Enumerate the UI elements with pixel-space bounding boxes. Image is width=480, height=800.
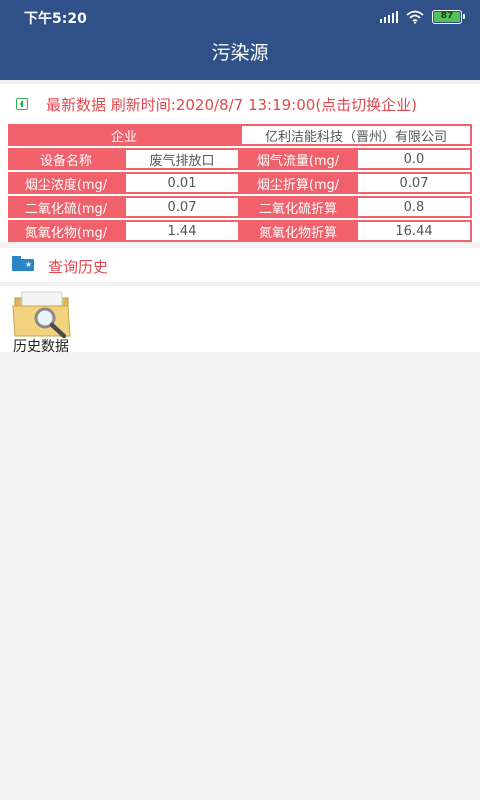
cell-value: 0.01	[124, 172, 240, 194]
history-panel: 历史数据	[0, 286, 480, 356]
data-table: 企业 亿利洁能科技（晋州）有限公司 设备名称 废气排放口 烟气流量(mg/ 0.…	[8, 124, 472, 244]
status-icons: 87	[380, 9, 465, 25]
app-header: 下午5:20 87 污染源	[0, 0, 480, 80]
folder-search-icon	[12, 291, 71, 338]
battery-level: 87	[440, 11, 454, 21]
cell-label: 设备名称	[8, 148, 124, 170]
wifi-icon	[406, 10, 424, 24]
cell-value: 0.0	[356, 148, 472, 170]
table-row: 二氧化硫(mg/ 0.07 二氧化硫折算 0.8	[8, 196, 472, 220]
cell-label: 烟尘浓度(mg/	[8, 172, 124, 194]
table-row: 烟尘浓度(mg/ 0.01 烟尘折算(mg/ 0.07	[8, 172, 472, 196]
cell-label: 烟气流量(mg/	[240, 148, 356, 170]
folder-star-icon: ★	[12, 256, 34, 271]
cell-label: 氮氧化物折算	[240, 220, 356, 242]
history-header: ★ 查询历史	[0, 248, 480, 282]
cell-value: 0.07	[356, 172, 472, 194]
enterprise-label: 企业	[8, 124, 240, 146]
page-title: 污染源	[211, 42, 269, 64]
latest-data-panel: 最新数据 刷新时间:2020/8/7 13:19:00(点击切换企业) 企业 亿…	[0, 84, 480, 242]
status-time: 下午5:20	[24, 11, 87, 27]
history-data-button[interactable]: 历史数据	[10, 288, 90, 356]
cell-value: 0.07	[124, 196, 240, 218]
battery-icon: 87	[432, 10, 465, 24]
history-title: 查询历史	[48, 258, 109, 276]
table-row: 企业 亿利洁能科技（晋州）有限公司	[8, 124, 472, 148]
history-data-label[interactable]: 历史数据	[13, 336, 69, 356]
cell-label: 氮氧化物(mg/	[8, 220, 124, 242]
cell-label: 二氧化硫(mg/	[8, 196, 124, 218]
refresh-text[interactable]: 最新数据 刷新时间:2020/8/7 13:19:00(点击切换企业)	[46, 94, 417, 115]
table-row: 设备名称 废气排放口 烟气流量(mg/ 0.0	[8, 148, 472, 172]
cell-value: 1.44	[124, 220, 240, 242]
signal-icon	[380, 11, 398, 23]
enterprise-value[interactable]: 亿利洁能科技（晋州）有限公司	[240, 124, 472, 146]
plus-icon	[16, 98, 28, 110]
cell-value: 16.44	[356, 220, 472, 242]
cell-value: 废气排放口	[124, 148, 240, 170]
cell-label: 二氧化硫折算	[240, 196, 356, 218]
cell-value: 0.8	[356, 196, 472, 218]
cell-label: 烟尘折算(mg/	[240, 172, 356, 194]
refresh-row[interactable]: 最新数据 刷新时间:2020/8/7 13:19:00(点击切换企业)	[16, 94, 417, 114]
table-row: 氮氧化物(mg/ 1.44 氮氧化物折算 16.44	[8, 220, 472, 244]
